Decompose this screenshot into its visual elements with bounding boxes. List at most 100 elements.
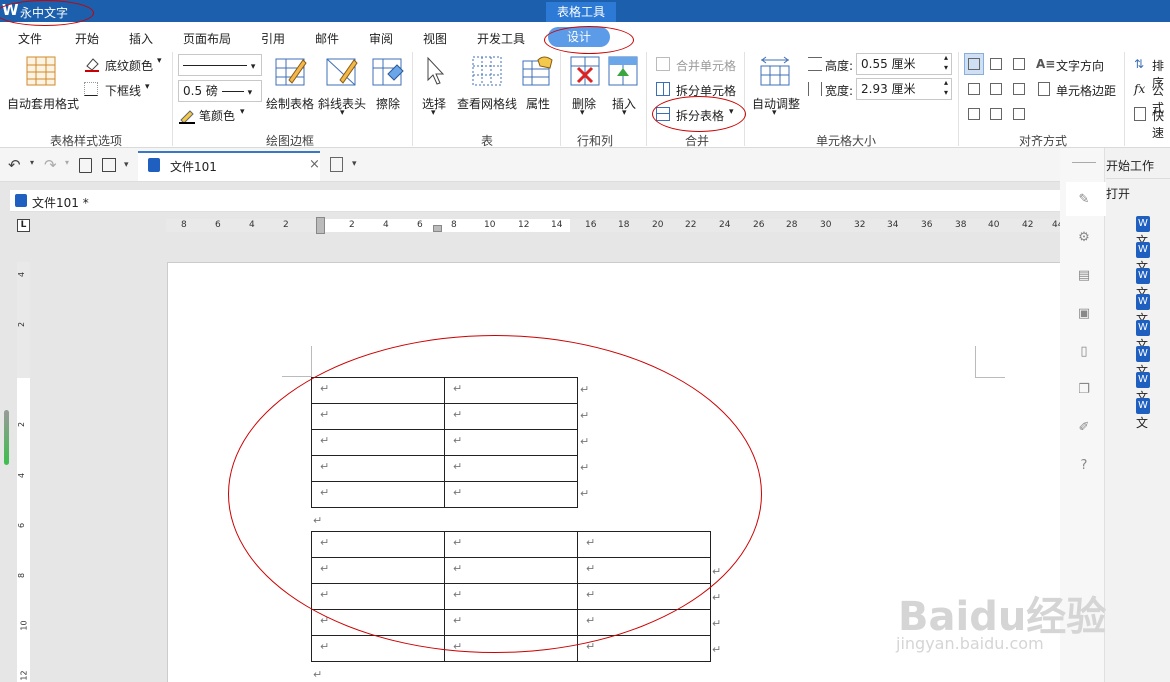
close-tab-icon[interactable]: × [309,157,320,172]
menu-mailings[interactable]: 邮件 [315,30,339,47]
menu-page-layout[interactable]: 页面布局 [183,30,231,47]
shading-icon [84,56,100,72]
quick-button[interactable]: 快速 [1152,107,1170,141]
crop-mark [311,346,312,376]
menu-home[interactable]: 开始 [75,30,99,47]
properties-button[interactable]: 属性 [526,95,550,112]
new-doc-icon[interactable] [330,157,343,172]
undo-icon[interactable]: ↶ [8,156,21,174]
ruler-tick-label: 40 [988,220,1000,230]
diagonal-dropdown-icon[interactable]: ▾ [340,108,345,118]
align-middle-center-icon[interactable] [990,83,1002,95]
right-indent-marker[interactable] [433,225,442,232]
pen-color-button[interactable]: 笔颜色 [199,107,235,124]
align-top-right-icon[interactable] [1013,58,1025,70]
height-spinner-icon[interactable]: ▴ ▾ [944,53,948,73]
autofit-dropdown-icon[interactable]: ▾ [772,108,777,118]
doc-file-icon: W [1136,242,1150,258]
shading-button[interactable]: 底纹颜色 [105,57,153,74]
table-group-label: 表 [480,134,493,148]
menu-review[interactable]: 审阅 [369,30,393,47]
lock-icon[interactable]: ▣ [1076,306,1092,322]
ruler-tick-label: 6 [417,220,423,230]
inner-window-title [10,190,1060,212]
quick-icon [1134,107,1146,121]
menu-developer[interactable]: 开发工具 [477,30,525,47]
group-divider [172,52,173,146]
width-spinner-icon[interactable]: ▴ ▾ [944,78,948,98]
insert-icon [608,56,638,86]
ruler-tick-label: 8 [451,220,457,230]
left-indent-marker[interactable] [316,217,325,234]
ruler-tick-label: 6 [215,220,221,230]
doc-file-icon: W [1136,294,1150,310]
cell-margin-button[interactable]: 单元格边距 [1056,82,1116,99]
width-input[interactable]: 2.93 厘米 ▴ ▾ [856,78,952,100]
ruler-tick-label: 30 [820,220,832,230]
delete-dropdown-icon[interactable]: ▾ [580,108,585,118]
ruler-tick-label: 2 [283,220,289,230]
menu-file[interactable]: 文件 [18,30,42,47]
annotation-ellipse [0,0,94,26]
auto-format-button[interactable]: 自动套用格式 [7,95,79,112]
recent-file-item[interactable]: W文 [1136,397,1170,431]
erase-button[interactable]: 擦除 [376,95,400,112]
height-input[interactable]: 0.55 厘米 ▴ ▾ [856,53,952,75]
settings-sliders-icon[interactable]: ⚙ [1076,230,1092,246]
tab-stop-selector[interactable]: L [17,219,30,232]
redo-icon[interactable]: ↷ [44,156,57,174]
copy-icon[interactable]: ❐ [1076,382,1092,398]
annotation-ellipse [228,335,762,653]
line-style-select[interactable]: ▾ [178,54,262,76]
text-direction-icon: A≡ [1036,57,1056,71]
menu-references[interactable]: 引用 [261,30,285,47]
height-label: 高度: [825,59,854,73]
shading-dropdown-icon[interactable]: ▾ [157,56,162,66]
doc-tab[interactable] [138,151,320,181]
align-bottom-right-icon[interactable] [1013,108,1025,120]
doc-file-icon: W [1136,346,1150,362]
view-gridlines-button[interactable]: 查看网格线 [457,95,517,112]
pen-color-dropdown-icon[interactable]: ▾ [240,107,245,117]
ruler-tick-label: 32 [854,220,866,230]
scroll-indicator[interactable] [4,410,9,465]
sort-icon: ⇅ [1134,57,1145,71]
border-icon [84,82,98,96]
align-middle-right-icon[interactable] [1013,83,1025,95]
doc-file-icon: W [1136,398,1150,414]
draw-table-button[interactable]: 绘制表格 [266,95,314,112]
help-icon[interactable]: ? [1076,458,1092,474]
doc-file-icon: W [1136,216,1150,232]
redo-dropdown-icon[interactable]: ▾ [65,158,69,167]
new-doc-dropdown-icon[interactable]: ▾ [352,159,357,169]
align-bottom-center-icon[interactable] [990,108,1002,120]
undo-dropdown-icon[interactable]: ▾ [30,158,34,167]
clip-icon[interactable]: ▯ [1076,344,1092,360]
align-bottom-left-icon[interactable] [968,108,980,120]
ruler-tick-label: 38 [955,220,967,230]
insert-dropdown-icon[interactable]: ▾ [622,108,627,118]
align-middle-left-icon[interactable] [968,83,980,95]
select-dropdown-icon[interactable]: ▾ [431,108,436,118]
menu-insert[interactable]: 插入 [129,30,153,47]
diagonal-header-icon [326,56,358,88]
print-preview-icon[interactable] [79,158,92,173]
layers-icon[interactable]: ▤ [1076,268,1092,284]
side-open[interactable]: 打开 [1106,185,1130,202]
line-width-select[interactable]: 0.5 磅 ▾ [178,80,262,102]
border-dropdown-icon[interactable]: ▾ [145,82,150,92]
menu-view[interactable]: 视图 [423,30,447,47]
customize-dropdown-icon[interactable]: ▾ [124,160,129,170]
save-icon[interactable] [102,158,116,172]
split-cells-icon [656,82,670,96]
align-top-center-icon[interactable] [990,58,1002,70]
merge-cells-button[interactable]: 合并单元格 [676,57,736,74]
row-end-mark: ↵ [712,617,722,630]
bottom-border-button[interactable]: 下框线 [105,82,141,99]
side-start-work[interactable]: 开始工作 [1106,157,1154,174]
text-direction-button[interactable]: 文字方向 [1056,57,1104,74]
pen-edit-icon[interactable]: ✎ [1076,192,1092,208]
ruler-tick-label: 34 [887,220,899,230]
note-edit-icon[interactable]: ✐ [1076,420,1092,436]
doc-file-icon: W [1136,320,1150,336]
